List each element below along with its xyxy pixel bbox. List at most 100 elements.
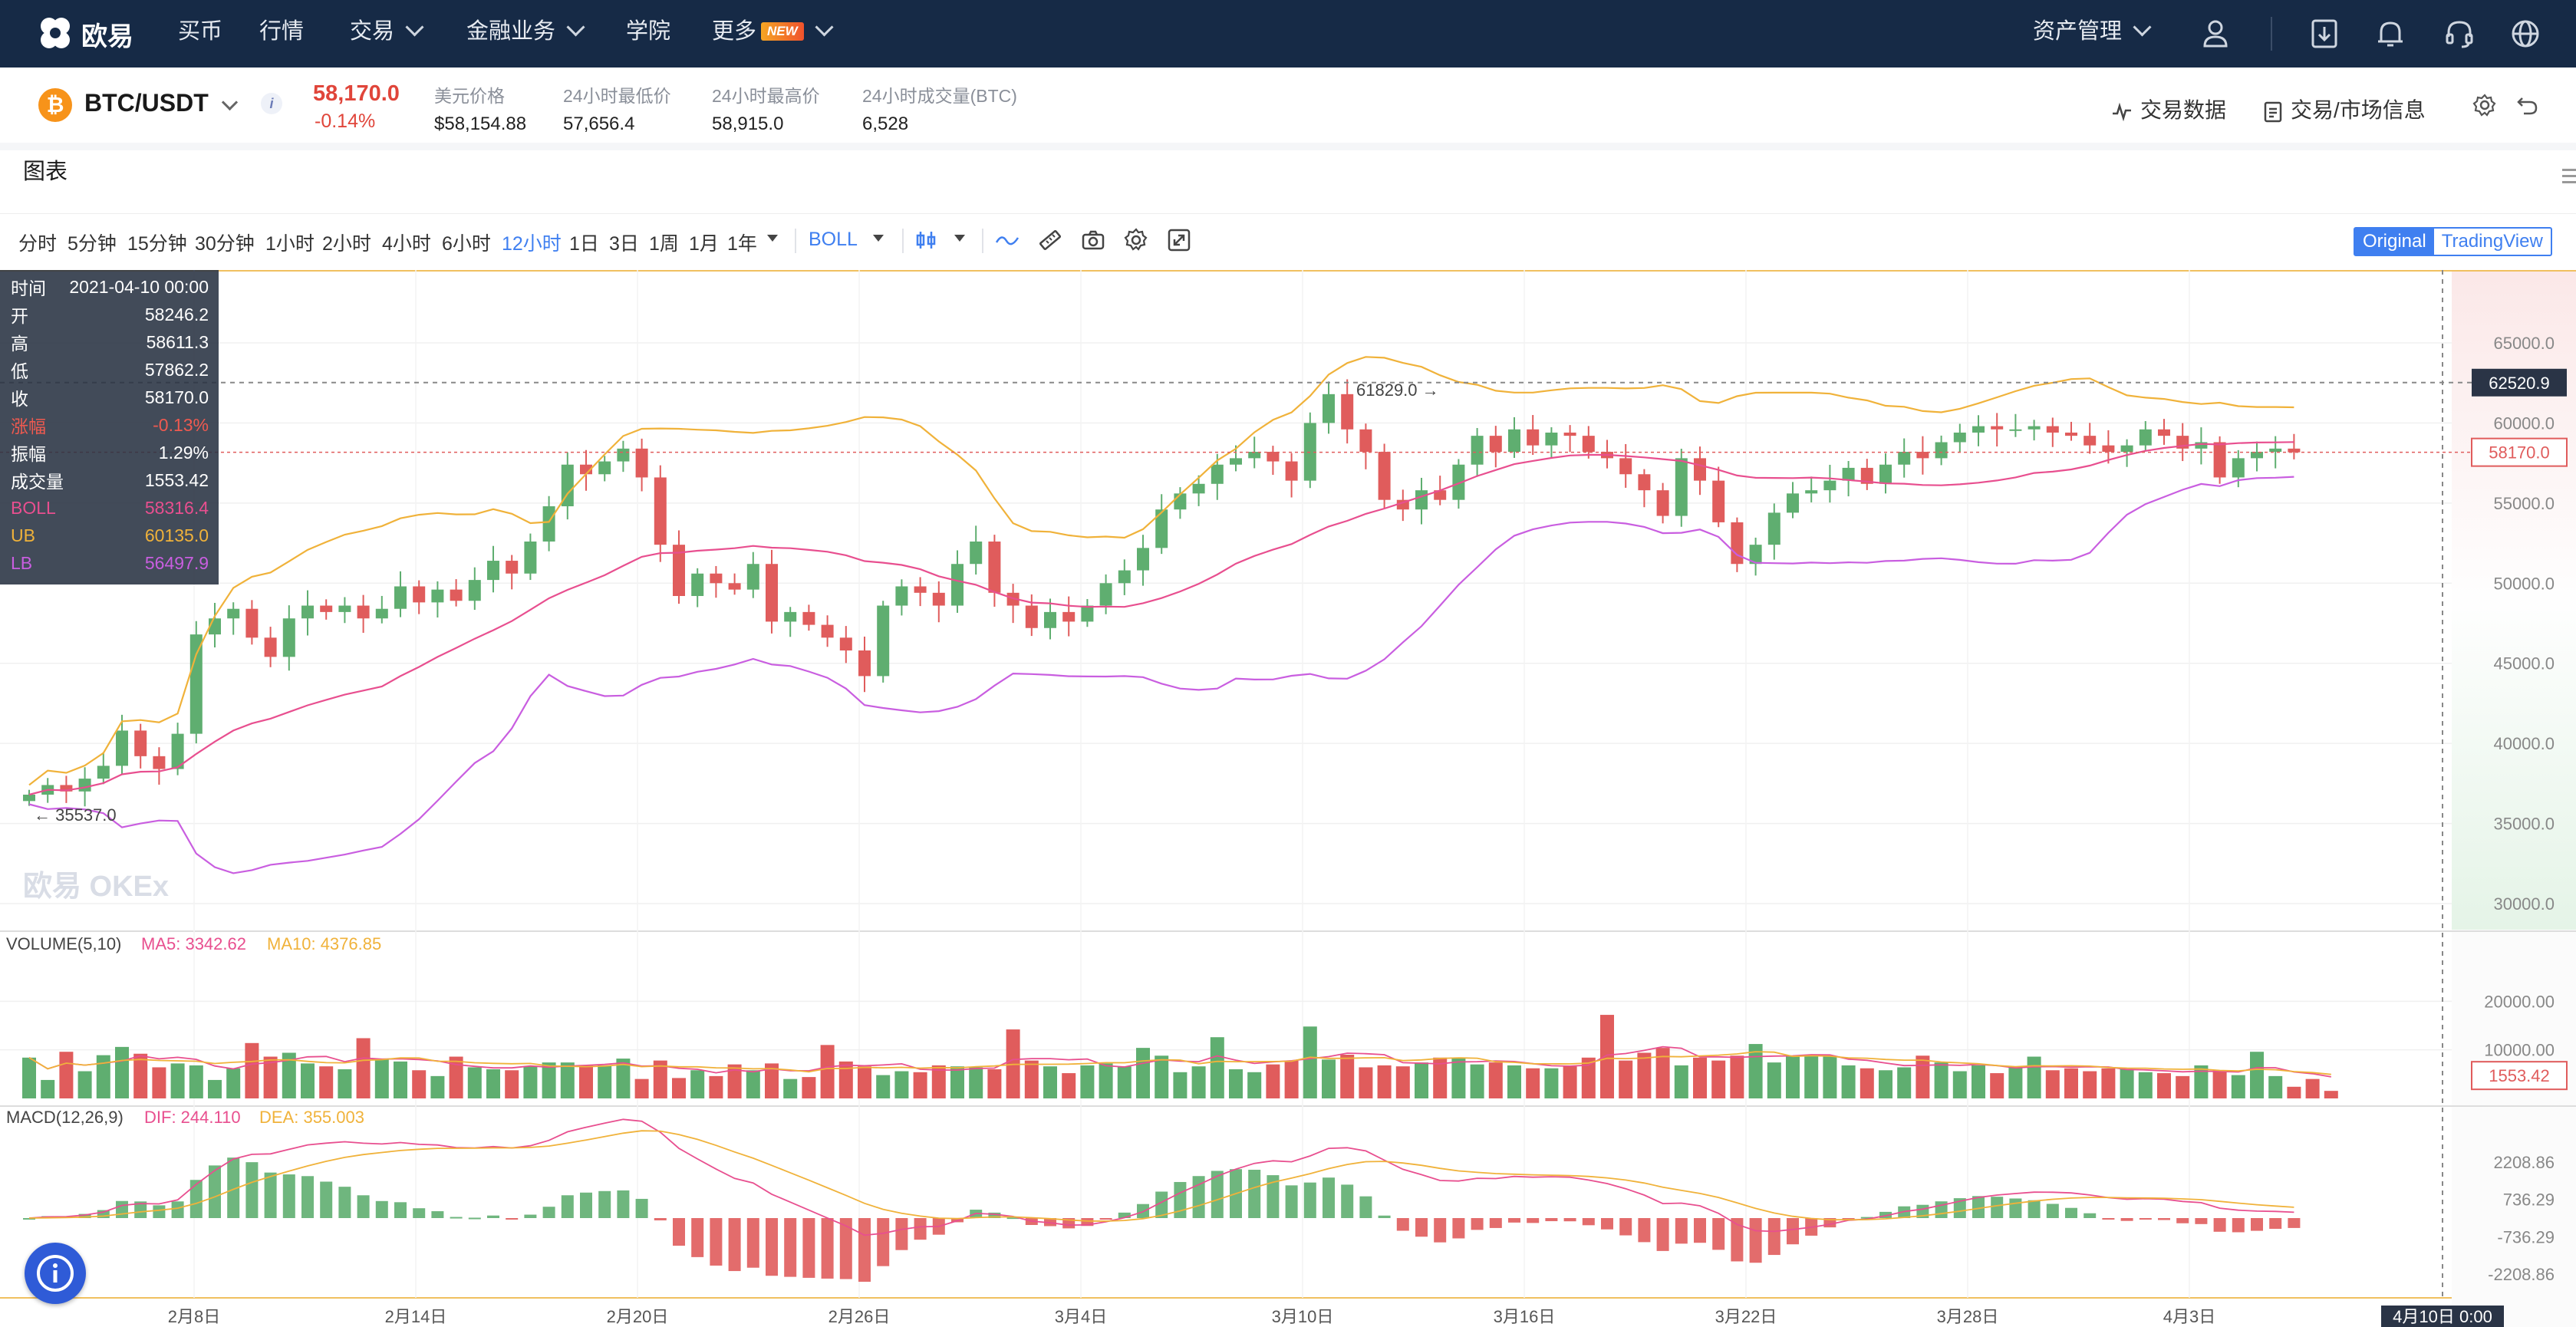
ohlc-row: 时间 2021-04-10 00:00	[11, 273, 209, 301]
ohlc-label: 涨幅	[11, 417, 46, 436]
nav-item-asset-management[interactable]: 资产管理	[2033, 0, 2152, 68]
volume-bar	[709, 1075, 723, 1098]
chevron-down-icon[interactable]	[221, 94, 239, 111]
user-icon[interactable]	[2196, 14, 2235, 54]
macd-histogram-bar	[542, 1207, 555, 1218]
undo-icon[interactable]	[2516, 94, 2539, 117]
chevron-down-icon[interactable]	[873, 235, 884, 242]
volume-bar	[1229, 1069, 1243, 1098]
trading-pair-selector[interactable]: BTC/USDT	[84, 89, 209, 117]
candle-body	[1991, 426, 2004, 430]
nav-item-markets[interactable]: 行情	[259, 0, 304, 68]
chart-mode-switch: Original TradingView	[2354, 227, 2552, 256]
timeframe-1mo[interactable]: 1月	[689, 229, 719, 256]
candle-body	[1489, 436, 1502, 453]
candle-body	[2158, 429, 2170, 436]
macd-histogram-bar	[2046, 1204, 2059, 1218]
volume-bar	[1210, 1037, 1224, 1098]
candle-body	[1508, 429, 1520, 453]
mode-original-button[interactable]: Original	[2355, 229, 2434, 255]
info-icon[interactable]: i	[261, 93, 282, 114]
volume-bar	[2231, 1075, 2245, 1098]
candle-body	[970, 541, 983, 565]
macd-histogram-bar	[1656, 1218, 1669, 1251]
timeframe-30m[interactable]: 30分钟	[195, 229, 255, 256]
camera-icon[interactable]	[1080, 227, 1106, 253]
candle-body	[2269, 448, 2282, 453]
timeframe-1d[interactable]: 1日	[569, 229, 599, 256]
macd-histogram-bar	[1452, 1218, 1465, 1239]
nav-item-more[interactable]: 更多 NEW	[712, 0, 834, 68]
volume-bar	[1655, 1048, 1670, 1098]
ruler-icon[interactable]	[1037, 227, 1063, 253]
timeframe-4h[interactable]: 4小时	[382, 229, 431, 256]
timeframe-2h[interactable]: 2小时	[322, 229, 371, 256]
macd-histogram-bar	[2288, 1218, 2301, 1228]
candle-body	[357, 605, 370, 619]
timeframe-1y[interactable]: 1年	[727, 229, 757, 256]
candle-body	[1062, 611, 1076, 622]
indicator-selector[interactable]: BOLL	[809, 229, 858, 251]
fullscreen-icon[interactable]	[1166, 227, 1192, 253]
crosshair-price-label: 62520.9	[2489, 374, 2550, 393]
timeframe-15m[interactable]: 15分钟	[127, 229, 187, 256]
nav-item-label: 金融业务	[466, 19, 556, 44]
candle-body	[1619, 458, 1632, 475]
timeframe-5m[interactable]: 5分钟	[68, 229, 117, 256]
chevron-down-icon[interactable]	[954, 235, 965, 242]
price-chart[interactable]: 65000.0 60000.0 55000.0 50000.0 45000.0 40000…	[0, 270, 2576, 1327]
help-button[interactable]	[25, 1243, 86, 1304]
time-tick-label: 3月16日	[1494, 1307, 1556, 1326]
volume-bar	[1823, 1056, 1837, 1098]
volume-bar	[2268, 1075, 2283, 1098]
volume-bar	[1395, 1066, 1410, 1098]
market-info-button[interactable]: 交易/市场信息	[2263, 94, 2426, 124]
headset-icon[interactable]	[2439, 14, 2479, 54]
timeframe-12h[interactable]: 12小时	[502, 229, 562, 256]
volume-bar	[226, 1068, 241, 1098]
macd-histogram-bar	[2195, 1218, 2208, 1224]
candle-body	[1192, 483, 1205, 494]
okex-logo[interactable]: 欧易	[34, 11, 141, 57]
nav-item-trade[interactable]: 交易	[350, 0, 424, 68]
globe-icon[interactable]	[2505, 14, 2545, 54]
candle-body	[375, 608, 388, 619]
settings-icon[interactable]	[2472, 92, 2498, 118]
ohlc-label: 开	[11, 306, 28, 326]
timeframe-1h[interactable]: 1小时	[265, 229, 315, 256]
trade-data-button[interactable]: 交易数据	[2111, 94, 2226, 124]
candle-body	[914, 586, 927, 593]
volume-bar	[1284, 1060, 1299, 1098]
volume-bar	[1470, 1064, 1484, 1098]
macd-histogram-bar	[673, 1218, 685, 1246]
macd-histogram-bar	[1563, 1218, 1576, 1222]
candle-body	[932, 592, 945, 606]
download-icon[interactable]	[2304, 14, 2344, 54]
macd-histogram-bar	[839, 1218, 852, 1279]
timeframe-3d[interactable]: 3日	[609, 229, 639, 256]
mode-tradingview-button[interactable]: TradingView	[2434, 229, 2551, 255]
panel-menu-icon[interactable]	[2562, 169, 2576, 186]
candlestick-type-icon[interactable]	[913, 227, 939, 253]
nav-item-finance[interactable]: 金融业务	[466, 0, 585, 68]
chart-settings-icon[interactable]	[1123, 227, 1149, 253]
timeframe-1w[interactable]: 1周	[649, 229, 679, 256]
volume-bar	[1415, 1062, 1428, 1098]
macd-histogram-bar	[1303, 1182, 1316, 1218]
macd-histogram-bar	[598, 1190, 611, 1218]
candle-body	[635, 448, 648, 478]
nav-item-academy[interactable]: 学院	[626, 0, 670, 68]
macd-histogram-bar	[1749, 1218, 1762, 1263]
indicator-line-icon[interactable]	[994, 227, 1020, 253]
bell-icon[interactable]	[2370, 14, 2410, 54]
candle-body	[858, 650, 871, 677]
nav-item-buy-crypto[interactable]: 买币	[178, 0, 222, 68]
macd-histogram-bar	[654, 1218, 667, 1220]
candle-body	[951, 564, 964, 606]
chevron-down-icon[interactable]	[767, 235, 778, 242]
timeframe-1m-line[interactable]: 分时	[18, 229, 57, 256]
timeframe-6h[interactable]: 6小时	[442, 229, 491, 256]
macd-histogram-bar	[802, 1218, 815, 1278]
volume-bar	[579, 1065, 593, 1098]
volume-bar	[115, 1046, 129, 1098]
